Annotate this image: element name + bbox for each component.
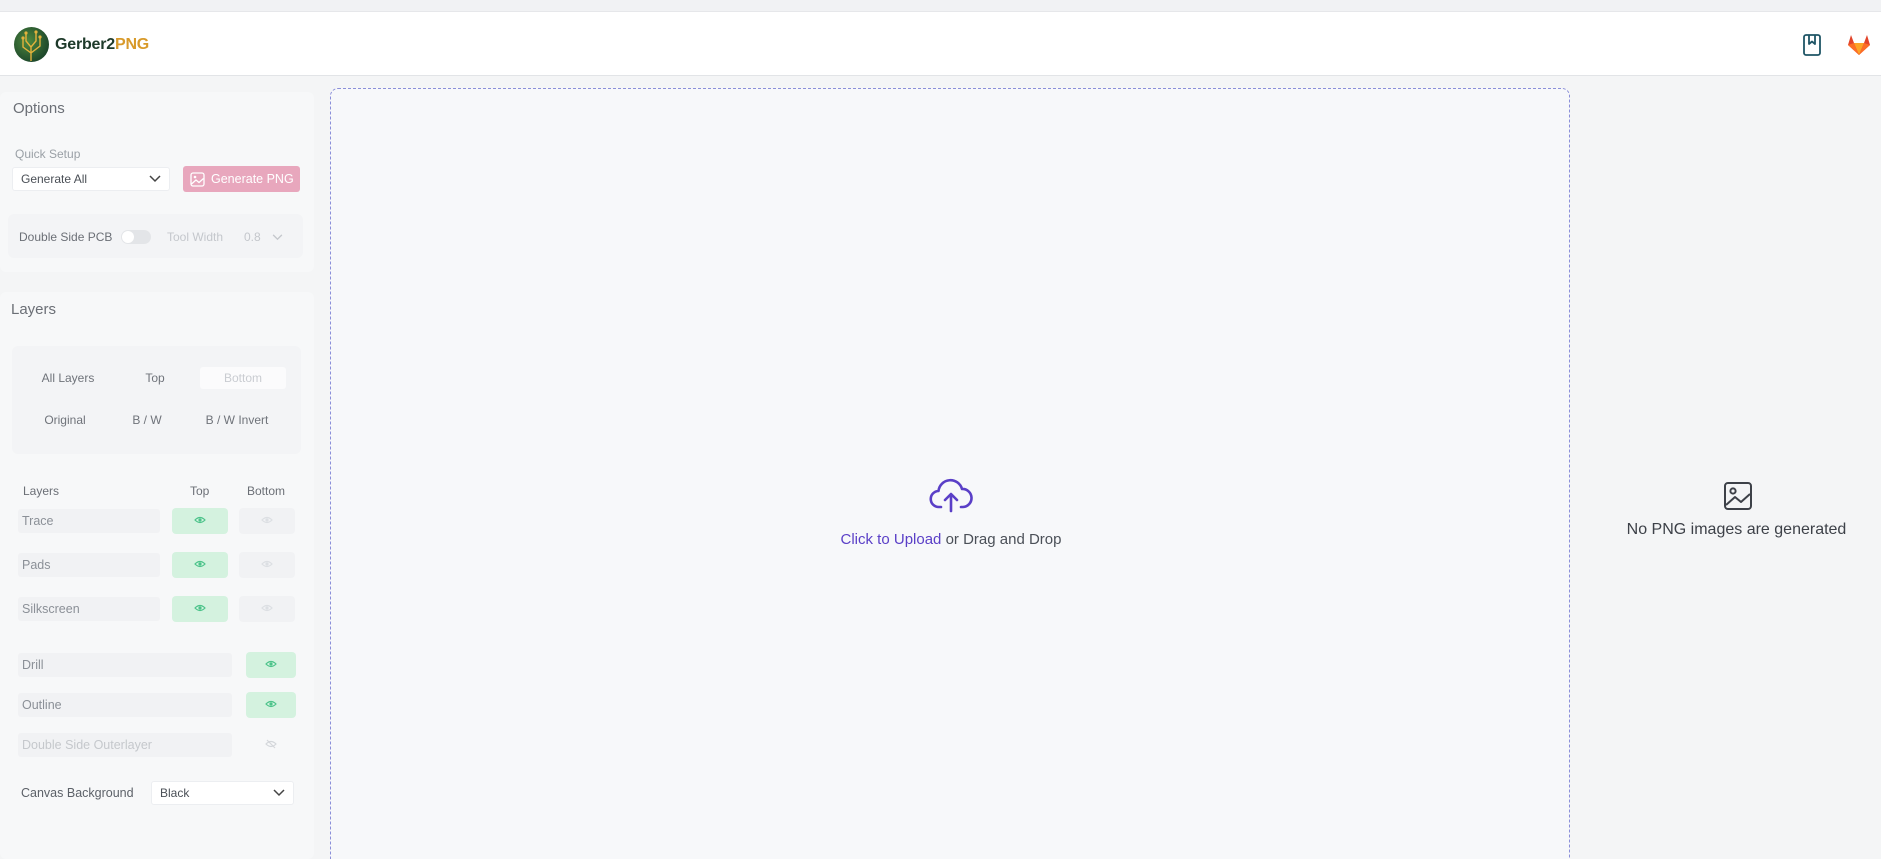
- app-header: Gerber2PNG: [0, 12, 1881, 76]
- tab-top[interactable]: Top: [120, 367, 190, 389]
- eye-icon: [261, 604, 273, 612]
- brand-accent: PNG: [114, 36, 150, 53]
- tab-bw-invert[interactable]: B / W Invert: [193, 409, 281, 431]
- layer-row-trace: Trace: [18, 509, 160, 533]
- layer-row-silkscreen: Silkscreen: [18, 597, 160, 621]
- layer-row-double-side-outerlayer: Double Side Outerlayer: [18, 733, 232, 757]
- layers-column-header: Layers: [23, 484, 60, 498]
- tool-width-value: 0.8: [244, 230, 261, 244]
- tool-width-select[interactable]: 0.8: [244, 230, 283, 244]
- pads-top-toggle[interactable]: [172, 552, 228, 578]
- silkscreen-top-toggle[interactable]: [172, 596, 228, 622]
- generate-png-label: Generate PNG: [211, 172, 294, 186]
- layer-filter-group: [12, 346, 301, 454]
- trace-bottom-toggle[interactable]: [239, 508, 295, 534]
- chevron-down-icon: [272, 234, 283, 241]
- eye-icon: [261, 560, 273, 568]
- generate-png-button[interactable]: Generate PNG: [183, 166, 300, 192]
- layer-row-outline: Outline: [18, 693, 232, 717]
- outline-toggle[interactable]: [246, 692, 296, 718]
- eye-icon: [265, 700, 277, 708]
- pads-bottom-toggle[interactable]: [239, 552, 295, 578]
- quick-setup-value: Generate All: [21, 172, 88, 186]
- tab-bw[interactable]: B / W: [116, 409, 178, 431]
- chevron-down-icon: [273, 789, 285, 797]
- bookmark-icon[interactable]: [1799, 32, 1825, 58]
- image-icon: [190, 172, 205, 187]
- logo-icon[interactable]: [14, 27, 49, 62]
- layer-row-drill: Drill: [18, 653, 232, 677]
- eye-icon: [261, 516, 273, 524]
- click-to-upload-link[interactable]: Click to Upload: [841, 531, 942, 548]
- drag-drop-text: or Drag and Drop: [941, 531, 1062, 548]
- canvas-background-label: Canvas Background: [21, 786, 134, 800]
- eye-off-icon: [265, 739, 277, 749]
- trace-top-toggle[interactable]: [172, 508, 228, 534]
- eye-icon: [194, 560, 206, 568]
- top-column-header: Top: [190, 484, 210, 498]
- double-side-outerlayer-toggle[interactable]: [246, 732, 296, 758]
- eye-icon: [194, 516, 206, 524]
- eye-icon: [265, 660, 277, 668]
- double-side-toggle[interactable]: [121, 230, 151, 244]
- tab-original[interactable]: Original: [28, 409, 102, 431]
- quick-setup-select[interactable]: Generate All: [12, 167, 170, 191]
- chevron-down-icon: [149, 175, 161, 183]
- tab-all-layers[interactable]: All Layers: [28, 367, 108, 389]
- bottom-column-header: Bottom: [247, 484, 286, 498]
- quick-setup-label: Quick Setup: [15, 147, 81, 161]
- canvas-background-value: Black: [160, 786, 190, 800]
- cloud-upload-icon: [929, 478, 973, 513]
- silkscreen-bottom-toggle[interactable]: [239, 596, 295, 622]
- brand-name: Gerber2PNG: [55, 36, 149, 54]
- eye-icon: [194, 604, 206, 612]
- drill-toggle[interactable]: [246, 652, 296, 678]
- layer-row-pads: Pads: [18, 553, 160, 577]
- top-strip: [0, 0, 1881, 12]
- upload-instructions: Click to Upload or Drag and Drop: [331, 531, 1571, 548]
- brand-main: Gerber2: [55, 36, 115, 53]
- tab-bottom[interactable]: Bottom: [200, 367, 286, 389]
- tool-width-label: Tool Width: [167, 230, 224, 244]
- options-title: Options: [13, 100, 65, 117]
- double-side-label: Double Side PCB: [19, 230, 113, 244]
- gitlab-icon[interactable]: [1846, 32, 1872, 58]
- canvas-background-select[interactable]: Black: [151, 781, 294, 805]
- image-placeholder-icon: [1724, 482, 1752, 510]
- layers-title: Layers: [11, 301, 57, 318]
- upload-dropzone[interactable]: Click to Upload or Drag and Drop: [330, 88, 1570, 859]
- no-png-message: No PNG images are generated: [1626, 521, 1847, 538]
